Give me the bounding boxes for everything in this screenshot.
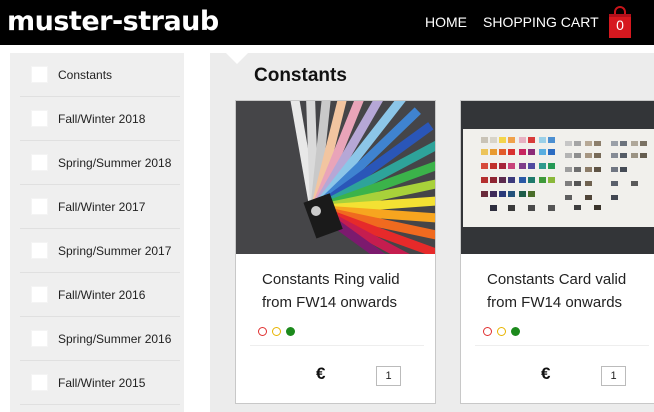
product-price: €	[316, 364, 326, 383]
red-dot-icon	[258, 327, 267, 336]
checkbox[interactable]	[31, 286, 48, 303]
sidebar-item-label: Fall/Winter 2015	[58, 376, 146, 390]
shopping-bag-icon[interactable]: 0	[607, 6, 633, 38]
sidebar-item-ss-2016[interactable]: Spring/Summer 2016	[20, 317, 180, 361]
quantity-input[interactable]: 1	[601, 366, 626, 386]
nav-shopping-cart-link[interactable]: SHOPPING CART	[483, 13, 599, 31]
product-card[interactable]: Constants Card valid from FW14 onwards €…	[460, 100, 654, 404]
sidebar-item-fw-2018[interactable]: Fall/Winter 2018	[20, 97, 180, 141]
yellow-dot-icon	[272, 327, 281, 336]
active-indicator-notch	[226, 53, 248, 64]
sidebar-item-label: Spring/Summer 2016	[58, 332, 172, 346]
red-dot-icon	[483, 327, 492, 336]
quantity-input[interactable]: 1	[376, 366, 401, 386]
sidebar-item-constants[interactable]: Constants	[20, 53, 180, 97]
page-title: Constants	[254, 65, 347, 86]
site-logo[interactable]: muster-straub	[7, 5, 219, 39]
green-dot-icon	[511, 327, 520, 336]
sidebar-item-ss-2018[interactable]: Spring/Summer 2018	[20, 141, 180, 185]
season-sidebar: Constants Fall/Winter 2018 Spring/Summer…	[10, 53, 184, 412]
checkbox[interactable]	[31, 154, 48, 171]
sidebar-item-label: Spring/Summer 2018	[58, 156, 172, 170]
checkbox[interactable]	[31, 66, 48, 83]
sidebar-item-label: Fall/Winter 2016	[58, 288, 146, 302]
divider	[475, 345, 649, 346]
product-image[interactable]	[461, 101, 654, 254]
sidebar-item-label: Fall/Winter 2018	[58, 112, 146, 126]
checkbox[interactable]	[31, 110, 48, 127]
product-image[interactable]	[236, 101, 436, 254]
checkbox[interactable]	[31, 330, 48, 347]
checkbox[interactable]	[31, 242, 48, 259]
divider	[250, 345, 424, 346]
sidebar-item-fw-2015[interactable]: Fall/Winter 2015	[20, 361, 180, 405]
sidebar-item-fw-2017[interactable]: Fall/Winter 2017	[20, 185, 180, 229]
nav-home-link[interactable]: HOME	[425, 13, 467, 31]
cart-count-badge: 0	[616, 17, 624, 33]
checkbox[interactable]	[31, 374, 48, 391]
sidebar-item-label: Fall/Winter 2017	[58, 200, 146, 214]
product-title[interactable]: Constants Ring valid from FW14 onwards	[262, 268, 432, 314]
green-dot-icon	[286, 327, 295, 336]
sidebar-item-ss-2017[interactable]: Spring/Summer 2017	[20, 229, 180, 273]
checkbox[interactable]	[31, 198, 48, 215]
top-bar: muster-straub HOME SHOPPING CART 0	[0, 0, 654, 45]
yellow-dot-icon	[497, 327, 506, 336]
product-price: €	[541, 364, 551, 383]
sidebar-item-label: Spring/Summer 2017	[58, 244, 172, 258]
product-title[interactable]: Constants Card valid from FW14 onwards	[487, 268, 654, 314]
sidebar-item-fw-2016[interactable]: Fall/Winter 2016	[20, 273, 180, 317]
sidebar-item-label: Constants	[58, 68, 113, 82]
product-card[interactable]: Constants Ring valid from FW14 onwards €…	[235, 100, 436, 404]
